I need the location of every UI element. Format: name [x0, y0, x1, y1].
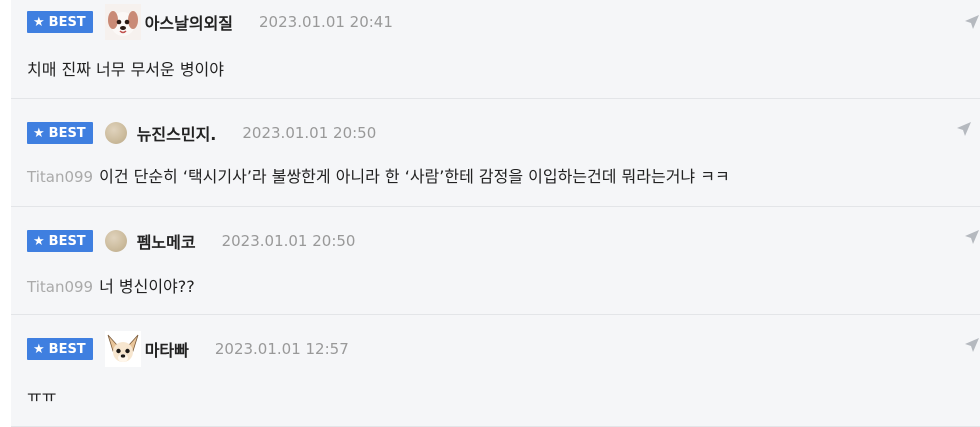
default-avatar-icon[interactable] — [104, 122, 127, 144]
comment-date: 2023.01.01 20:41 — [259, 13, 393, 31]
comment-body: Titan099 이건 단순히 ‘택시기사’라 불쌍한게 아니라 한 ‘사람’한테… — [27, 163, 730, 187]
send-arrow-icon[interactable] — [964, 14, 980, 30]
comment-text: 이건 단순히 ‘택시기사’라 불쌍한게 아니라 한 ‘사람’한테 감정을 이입하… — [99, 167, 730, 186]
comment-header: ★ BEST 아스날의외질 2023.01.01 20:41 — [27, 4, 393, 40]
chihuahua-avatar-icon[interactable] — [104, 331, 141, 367]
comment-item: ★ BEST 마타빠 2023.01.01 12:57 ㅠㅠ — [11, 315, 980, 427]
default-avatar-icon[interactable] — [104, 230, 127, 252]
reply-target[interactable]: Titan099 — [27, 168, 93, 186]
best-badge: ★ BEST — [27, 230, 93, 252]
star-icon: ★ — [33, 233, 45, 249]
best-badge: ★ BEST — [27, 122, 93, 144]
reply-target[interactable]: Titan099 — [27, 278, 93, 296]
comment-item: ★ BEST 펨노메코 2023.01.01 20:50 Titan099 너 병… — [11, 207, 980, 315]
comment-date: 2023.01.01 20:50 — [242, 124, 377, 142]
comment-date: 2023.01.01 20:50 — [221, 232, 356, 250]
comment-text: 치매 진짜 너무 무서운 병이야 — [27, 60, 224, 79]
star-icon: ★ — [33, 14, 45, 30]
comment-header: ★ BEST 뉴진스민지. 2023.01.01 20:50 — [27, 115, 376, 151]
comment-list: ★ BEST 아스날의외질 2023.01.01 20:41 치매 진짜 너무 … — [0, 0, 980, 427]
best-badge: ★ BEST — [27, 11, 93, 33]
best-badge: ★ BEST — [27, 338, 93, 360]
comment-date: 2023.01.01 12:57 — [214, 340, 349, 358]
comment-body: 치매 진짜 너무 무서운 병이야 — [27, 56, 224, 80]
comment-item: ★ BEST 뉴진스민지. 2023.01.01 20:50 Titan099 이… — [11, 99, 980, 207]
send-arrow-icon[interactable] — [964, 229, 980, 245]
comment-body: ㅠㅠ — [27, 383, 56, 407]
comment-item: ★ BEST 아스날의외질 2023.01.01 20:41 치매 진짜 너무 … — [11, 0, 980, 99]
comment-header: ★ BEST 펨노메코 2023.01.01 20:50 — [27, 223, 355, 259]
comment-text: 너 병신이야?? — [99, 277, 195, 296]
nickname[interactable]: 마타빠 — [145, 337, 189, 361]
best-badge-label: BEST — [48, 14, 86, 30]
nickname[interactable]: 아스날의외질 — [145, 10, 233, 34]
star-icon: ★ — [33, 341, 45, 357]
best-badge-label: BEST — [48, 233, 86, 249]
nickname[interactable]: 뉴진스민지. — [137, 121, 217, 145]
best-badge-label: BEST — [48, 125, 86, 141]
comment-text: ㅠㅠ — [27, 387, 57, 406]
comment-body: Titan099 너 병신이야?? — [27, 273, 195, 297]
star-icon: ★ — [33, 125, 45, 141]
comment-header: ★ BEST 마타빠 2023.01.01 12:57 — [27, 331, 349, 367]
nickname[interactable]: 펨노메코 — [137, 229, 196, 253]
puppy-avatar-icon[interactable] — [104, 4, 141, 40]
send-arrow-icon[interactable] — [964, 337, 980, 353]
send-arrow-icon[interactable] — [956, 121, 972, 137]
best-badge-label: BEST — [48, 341, 86, 357]
